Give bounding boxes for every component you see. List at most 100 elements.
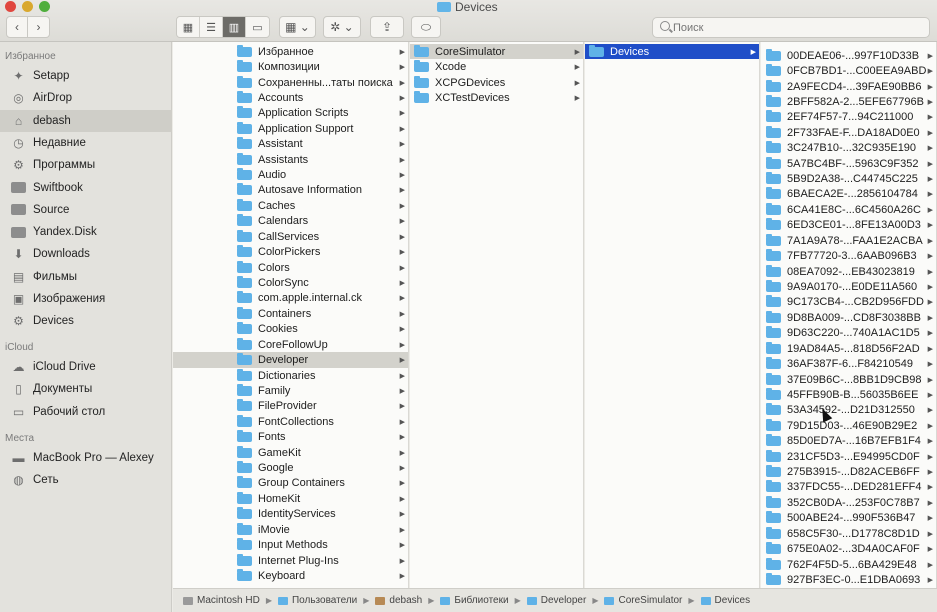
folder-row[interactable]: 658C5F30-...D1778C8D1D ▶ [761, 526, 936, 541]
gallery-view-button[interactable]: ▭ [246, 17, 269, 37]
column-coresimulator[interactable]: Devices ▶ [585, 42, 760, 588]
folder-row[interactable]: Assistant ▶ [173, 137, 408, 152]
folder-row[interactable]: Композиции ▶ [173, 59, 408, 74]
folder-row[interactable]: com.apple.internal.ck ▶ [173, 291, 408, 306]
folder-row[interactable]: 2F733FAE-F...DA18AD0E0 ▶ [761, 125, 936, 140]
folder-row[interactable]: Dictionaries ▶ [173, 368, 408, 383]
folder-row[interactable]: Caches ▶ [173, 198, 408, 213]
folder-row[interactable]: 2BFF582A-2...5EFE67796B ▶ [761, 94, 936, 109]
column-devices[interactable]: 00DEAE06-...997F10D33B ▶ 0FCB7BD1-...C00EE… [761, 42, 937, 588]
sidebar-item-airdrop[interactable]: ◎ AirDrop [0, 87, 172, 109]
folder-row[interactable]: XCTestDevices ▶ [410, 90, 583, 105]
folder-row[interactable]: 37E09B6C-...8BB1D9CB98 ▶ [761, 372, 936, 387]
zoom-window-button[interactable] [39, 1, 50, 12]
folder-row[interactable]: Colors ▶ [173, 260, 408, 275]
sidebar-item-swiftbook[interactable]: Swiftbook [0, 177, 172, 199]
folder-row[interactable]: 45FFB90B-B...56035B6EE ▶ [761, 387, 936, 402]
column-library[interactable]: Избранное ▶ Композиции ▶ Сохраненны...таты п… [173, 42, 409, 588]
list-view-button[interactable]: ☰ [200, 17, 223, 37]
folder-row[interactable]: 500ABE24-...990F536B47 ▶ [761, 511, 936, 526]
folder-row[interactable]: 53A34592-...D21D312550 ▶ [761, 403, 936, 418]
folder-row[interactable]: 79D15D03-...46E90B29E2 ▶ [761, 418, 936, 433]
folder-row[interactable]: Fonts ▶ [173, 430, 408, 445]
sidebar-item-фильмы[interactable]: ▤ Фильмы [0, 266, 172, 288]
folder-row[interactable]: Избранное ▶ [173, 44, 408, 59]
folder-row[interactable]: CoreFollowUp ▶ [173, 337, 408, 352]
folder-row[interactable]: Devices ▶ [585, 44, 759, 60]
action-button[interactable]: ✲ ⌄ [323, 16, 361, 38]
folder-row[interactable]: 231CF5D3-...E94995CD0F ▶ [761, 449, 936, 464]
folder-row[interactable]: 352CB0DA-...253F0C78B7 ▶ [761, 495, 936, 510]
folder-row[interactable]: 6CA41E8C-...6C4560A26C ▶ [761, 202, 936, 217]
folder-row[interactable]: 762F4F5D-5...6BA429E48 ▶ [761, 557, 936, 572]
search-input[interactable] [673, 19, 913, 36]
folder-row[interactable]: XCPGDevices ▶ [410, 75, 583, 90]
folder-row[interactable]: 6BAECA2E-...2856104784 ▶ [761, 187, 936, 202]
folder-row[interactable]: Developer ▶ [173, 352, 408, 368]
folder-row[interactable]: 927BF3EC-0...E1DBA0693 ▶ [761, 572, 936, 587]
folder-row[interactable]: Input Methods ▶ [173, 537, 408, 552]
folder-row[interactable]: 3C247B10-...32C935E190 ▶ [761, 141, 936, 156]
folder-row[interactable]: 675E0A02-...3D4A0CAF0F ▶ [761, 541, 936, 556]
sidebar-item-icloud-drive[interactable]: ☁ iCloud Drive [0, 356, 172, 378]
sidebar-item-недавние[interactable]: ◷ Недавние [0, 132, 172, 154]
breadcrumb-item[interactable]: debash [375, 595, 422, 606]
folder-row[interactable]: Family ▶ [173, 383, 408, 398]
folder-row[interactable]: ColorPickers ▶ [173, 244, 408, 259]
folder-row[interactable]: Сохраненны...таты поиска ▶ [173, 75, 408, 90]
folder-row[interactable]: Application Support ▶ [173, 121, 408, 136]
folder-row[interactable]: 7A1A9A78-...FAA1E2ACBA ▶ [761, 233, 936, 248]
icon-view-button[interactable]: ▦ [177, 17, 200, 37]
forward-button[interactable]: › [28, 16, 50, 38]
group-button[interactable]: ▦ ⌄ [279, 16, 316, 38]
folder-row[interactable]: 9C173CB4-...CB2D956FDD ▶ [761, 295, 936, 310]
folder-row[interactable]: 2EF74F57-7...94C211000 ▶ [761, 110, 936, 125]
folder-row[interactable]: Group Containers ▶ [173, 476, 408, 491]
folder-row[interactable]: 5B9D2A38-...C44745C225 ▶ [761, 171, 936, 186]
folder-row[interactable]: CallServices ▶ [173, 229, 408, 244]
folder-row[interactable]: ColorSync ▶ [173, 275, 408, 290]
sidebar-item-downloads[interactable]: ⬇ Downloads [0, 243, 172, 265]
folder-row[interactable]: Xcode ▶ [410, 59, 583, 74]
folder-row[interactable]: CoreSimulator ▶ [410, 44, 583, 60]
folder-row[interactable]: 337FDC55-...DED281EFF4 ▶ [761, 480, 936, 495]
folder-row[interactable]: GameKit ▶ [173, 445, 408, 460]
folder-row[interactable]: Calendars ▶ [173, 214, 408, 229]
folder-row[interactable]: Internet Plug-Ins ▶ [173, 553, 408, 568]
sidebar-item-документы[interactable]: ▯ Документы [0, 378, 172, 400]
folder-row[interactable]: Google ▶ [173, 460, 408, 475]
column-view-button[interactable]: ▥ [223, 17, 246, 37]
folder-row[interactable]: 0FCB7BD1-...C00EEA9ABD ▶ [761, 63, 936, 78]
sidebar-item-source[interactable]: Source [0, 199, 172, 221]
sidebar-item-программы[interactable]: ⚙ Программы [0, 154, 172, 176]
folder-row[interactable]: 9D63C220-...740A1AC1D5 ▶ [761, 326, 936, 341]
folder-row[interactable]: 19AD84A5-...818D56F2AD ▶ [761, 341, 936, 356]
folder-row[interactable]: IdentityServices ▶ [173, 507, 408, 522]
folder-row[interactable]: 9D8BA009-...CD8F3038BB ▶ [761, 310, 936, 325]
folder-row[interactable]: Accounts ▶ [173, 90, 408, 105]
tag-button[interactable]: ⬭ [411, 16, 441, 38]
close-window-button[interactable] [5, 1, 16, 12]
folder-row[interactable]: Cookies ▶ [173, 322, 408, 337]
folder-row[interactable]: Autosave Information ▶ [173, 183, 408, 198]
sidebar-item-сеть[interactable]: ◍ Сеть [0, 469, 172, 491]
folder-row[interactable]: 6ED3CE01-...8FE13A00D3 ▶ [761, 218, 936, 233]
folder-row[interactable]: 85D0ED7A-...16B7EFB1F4 ▶ [761, 434, 936, 449]
sidebar-item-devices[interactable]: ⚙ Devices [0, 310, 172, 332]
folder-row[interactable]: FileProvider ▶ [173, 399, 408, 414]
folder-row[interactable]: 5A7BC4BF-...5963C9F352 ▶ [761, 156, 936, 171]
folder-row[interactable]: HomeKit ▶ [173, 491, 408, 506]
folder-row[interactable]: 9A9A0170-...E0DE11A560 ▶ [761, 279, 936, 294]
sidebar-item-debash[interactable]: ⌂ debash [0, 109, 172, 132]
folder-row[interactable]: 36AF387F-6...F84210549 ▶ [761, 356, 936, 371]
folder-row[interactable]: iMovie ▶ [173, 522, 408, 537]
breadcrumb-item[interactable]: Devices [700, 595, 750, 606]
breadcrumb-item[interactable]: Пользователи [277, 595, 357, 606]
breadcrumb-item[interactable]: Developer [526, 595, 586, 606]
folder-row[interactable]: Containers ▶ [173, 306, 408, 321]
share-button[interactable]: ⇪ [370, 16, 404, 38]
folder-row[interactable]: Keyboard ▶ [173, 568, 408, 583]
sidebar-item-setapp[interactable]: ✦ Setapp [0, 65, 172, 87]
folder-row[interactable]: Audio ▶ [173, 167, 408, 182]
folder-row[interactable]: 08EA7092-...EB43023819 ▶ [761, 264, 936, 279]
